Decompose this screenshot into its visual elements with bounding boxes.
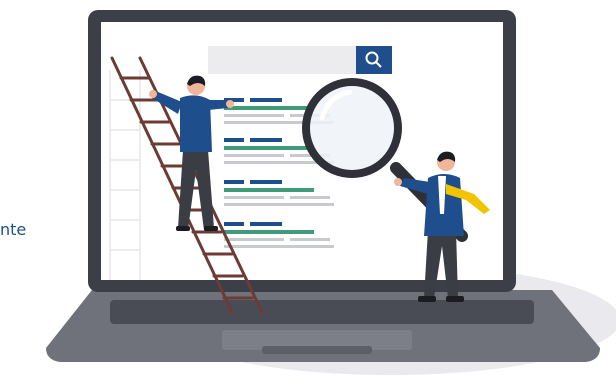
laptop-search-illustration (46, 10, 616, 375)
search-bar (208, 46, 356, 74)
keyboard-area (110, 300, 534, 324)
search-button (356, 46, 392, 74)
laptop-front-lip (262, 346, 372, 354)
